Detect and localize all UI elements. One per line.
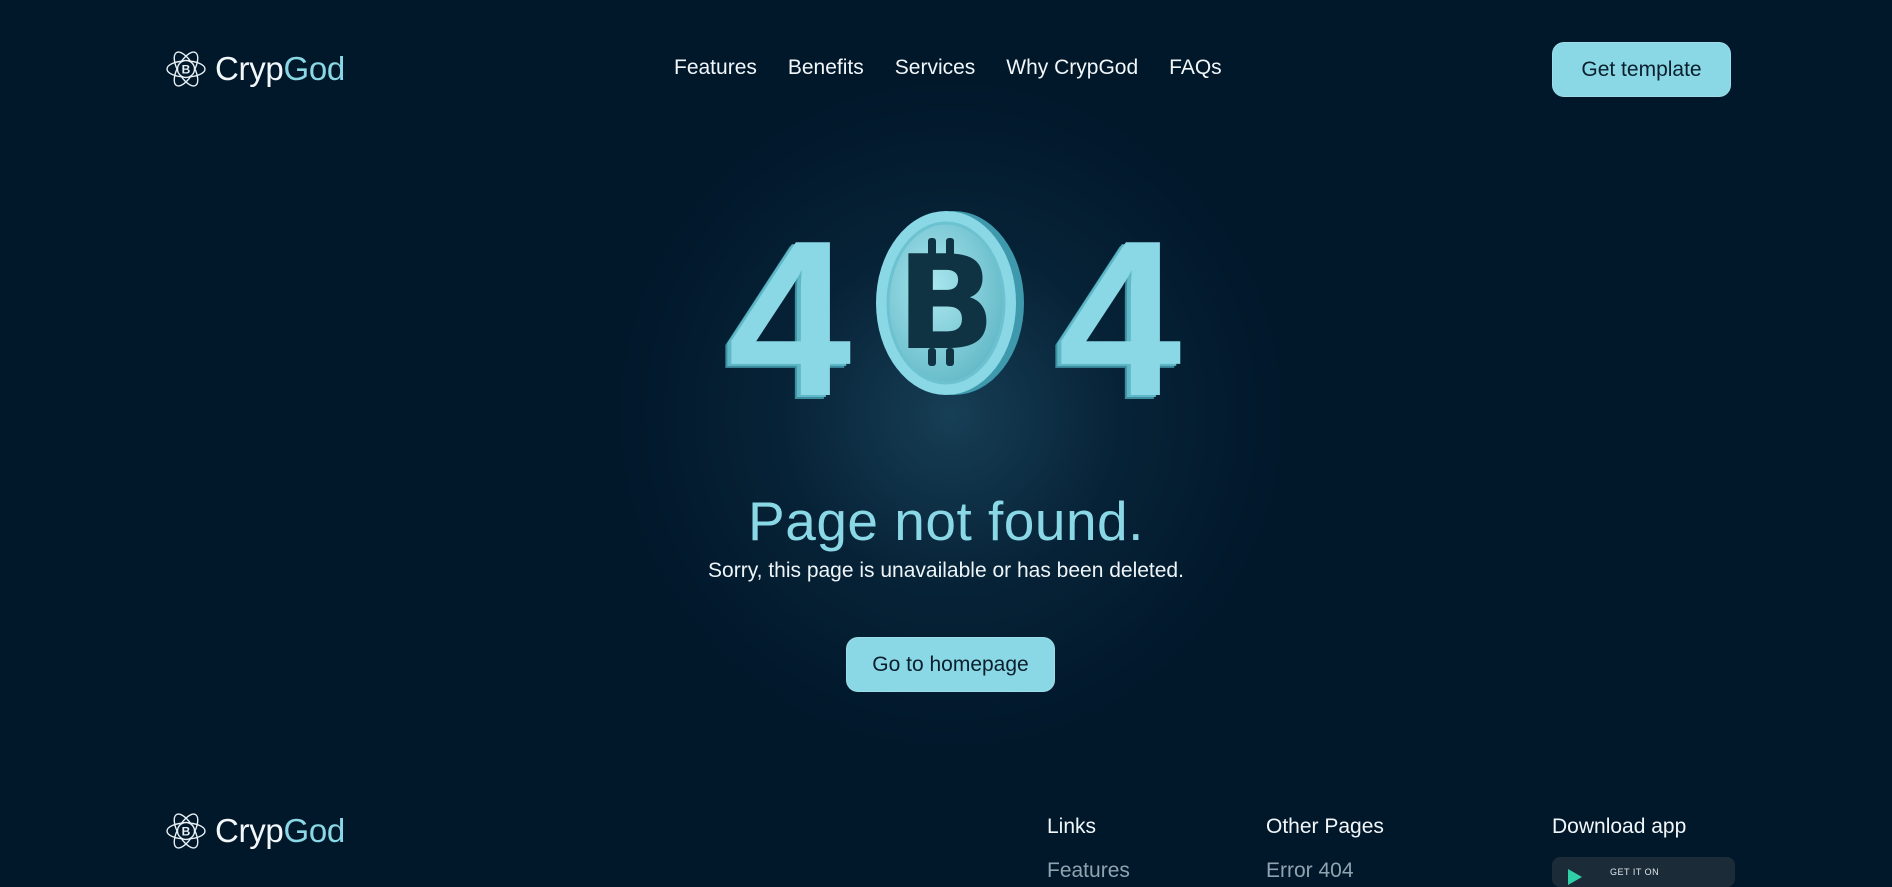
- error-digit-left: 4: [728, 195, 852, 443]
- google-play-icon: [1568, 869, 1582, 885]
- nav-services[interactable]: Services: [895, 56, 976, 80]
- footer-link-features[interactable]: Features: [1047, 859, 1130, 883]
- nav-benefits[interactable]: Benefits: [788, 56, 864, 80]
- main-nav: Features Benefits Services Why CrypGod F…: [674, 56, 1253, 80]
- error-digit-right: 4: [1058, 195, 1182, 443]
- page-title: Page not found.: [748, 490, 1144, 552]
- badge-label: GET IT ON: [1610, 867, 1660, 877]
- svg-text:B: B: [182, 825, 191, 839]
- atom-bitcoin-icon: B: [166, 51, 206, 87]
- bitcoin-coin-icon: B: [876, 211, 1024, 395]
- svg-text:B: B: [182, 63, 191, 77]
- brand-name: CrypGod: [215, 50, 345, 87]
- footer-link-error-404[interactable]: Error 404: [1266, 859, 1354, 883]
- get-template-button[interactable]: Get template: [1552, 42, 1731, 97]
- go-to-homepage-button[interactable]: Go to homepage: [846, 637, 1055, 692]
- footer-other-pages-heading: Other Pages: [1266, 815, 1384, 838]
- page-subtitle: Sorry, this page is unavailable or has b…: [708, 559, 1184, 582]
- nav-faqs[interactable]: FAQs: [1169, 56, 1222, 80]
- footer-links-heading: Links: [1047, 815, 1097, 838]
- nav-why-crypgod[interactable]: Why CrypGod: [1006, 56, 1138, 80]
- footer-brand-name: CrypGod: [215, 812, 345, 849]
- footer-logo[interactable]: B CrypGod: [165, 810, 345, 852]
- footer-download-heading: Download app: [1552, 815, 1687, 838]
- atom-bitcoin-icon: B: [166, 813, 206, 849]
- header-logo[interactable]: B CrypGod: [165, 48, 345, 90]
- nav-features[interactable]: Features: [674, 56, 757, 80]
- google-play-badge[interactable]: GET IT ON: [1552, 857, 1735, 887]
